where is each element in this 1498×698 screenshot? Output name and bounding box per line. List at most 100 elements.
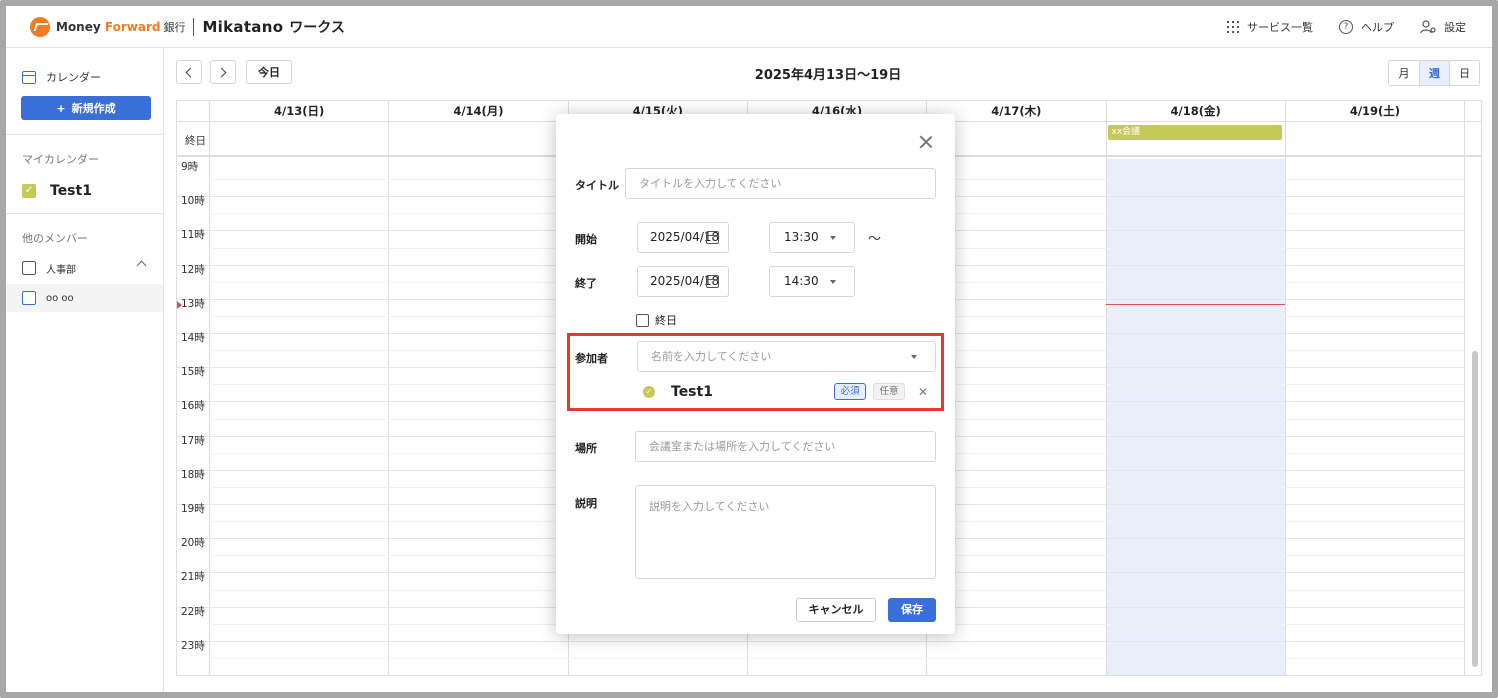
checkbox-icon[interactable] bbox=[636, 313, 649, 327]
hour-divider bbox=[177, 640, 1465, 642]
end-label: 終了 bbox=[575, 277, 597, 290]
sidebar-item-calendar[interactable]: カレンダー bbox=[22, 68, 163, 86]
day-header[interactable]: 4/19(土) bbox=[1284, 101, 1464, 121]
caret-down-icon bbox=[830, 280, 836, 284]
hour-label: 15時 bbox=[181, 366, 205, 379]
brand-bank: 銀行 bbox=[163, 20, 186, 34]
day-column-divider bbox=[1284, 121, 1286, 675]
member-checkbox[interactable] bbox=[22, 291, 36, 305]
caret-down-icon[interactable] bbox=[911, 355, 917, 359]
services-label: サービス一覧 bbox=[1247, 21, 1313, 34]
end-time-value: 14:30 bbox=[784, 274, 819, 288]
calendar-icon bbox=[22, 70, 36, 84]
brand-money-forward: Money Forward bbox=[56, 19, 161, 34]
help-menu[interactable]: ? ヘルプ bbox=[1339, 19, 1394, 35]
calendar-icon[interactable] bbox=[706, 275, 719, 288]
services-menu[interactable]: サービス一覧 bbox=[1227, 19, 1313, 35]
view-switcher: 月 週 日 bbox=[1388, 60, 1480, 86]
member-item[interactable]: oo oo bbox=[6, 284, 163, 312]
plus-icon: + bbox=[56, 101, 66, 115]
brand-divider bbox=[193, 17, 195, 36]
settings-menu[interactable]: 設定 bbox=[1420, 19, 1466, 35]
day-header[interactable]: 4/14(月) bbox=[388, 101, 567, 121]
all-day-checkbox-label: 終日 bbox=[655, 314, 677, 327]
hour-label: 12時 bbox=[181, 263, 205, 276]
selected-day-column bbox=[1106, 159, 1285, 675]
new-event-button[interactable]: + 新規作成 bbox=[21, 96, 151, 120]
sidebar-divider bbox=[6, 134, 163, 135]
title-input[interactable]: タイトルを入力してください bbox=[625, 168, 936, 199]
group-label: 人事部 bbox=[46, 264, 76, 276]
day-column-divider bbox=[388, 121, 390, 675]
participants-input[interactable]: 名前を入力してください bbox=[637, 341, 936, 372]
checked-checkbox-icon[interactable]: ✓ bbox=[22, 184, 36, 198]
day-column-divider bbox=[1464, 101, 1466, 675]
start-time-select[interactable]: 13:30 bbox=[769, 222, 855, 253]
description-textarea[interactable]: 説明を入力してください bbox=[635, 485, 936, 579]
top-header: Money Forward 銀行 Mikatano ワークス サービス一覧 ? … bbox=[6, 6, 1492, 48]
start-label: 開始 bbox=[575, 233, 597, 246]
calendar-scrollbar[interactable] bbox=[1472, 351, 1478, 667]
group-checkbox[interactable] bbox=[22, 261, 36, 275]
help-label: ヘルプ bbox=[1361, 21, 1394, 34]
sidebar: カレンダー + 新規作成 マイカレンダー ✓ Test1 他のメンバー 人事部 … bbox=[6, 48, 164, 692]
member-label: oo oo bbox=[46, 292, 74, 304]
start-date-input[interactable]: 2025/04/18 bbox=[637, 222, 729, 253]
my-calendar-label: Test1 bbox=[50, 183, 92, 199]
location-input[interactable]: 会議室または場所を入力してください bbox=[635, 431, 936, 462]
hour-label: 17時 bbox=[181, 434, 205, 447]
participants-label: 参加者 bbox=[575, 352, 608, 365]
hour-label: 10時 bbox=[181, 195, 205, 208]
calendar-icon[interactable] bbox=[706, 231, 719, 244]
half-hour-divider bbox=[209, 657, 1465, 659]
title-label: タイトル bbox=[575, 179, 619, 192]
range-separator: 〜 bbox=[868, 232, 882, 247]
hour-label: 20時 bbox=[181, 537, 205, 550]
my-calendar-item[interactable]: ✓ Test1 bbox=[22, 183, 163, 199]
end-time-select[interactable]: 14:30 bbox=[769, 266, 855, 297]
sidebar-calendar-label: カレンダー bbox=[46, 71, 101, 84]
check-circle-icon: ✓ bbox=[643, 386, 655, 398]
hour-label: 22時 bbox=[181, 605, 205, 618]
hour-label: 18時 bbox=[181, 468, 205, 481]
app-window: Money Forward 銀行 Mikatano ワークス サービス一覧 ? … bbox=[0, 0, 1498, 698]
all-day-label: 終日 bbox=[185, 135, 206, 147]
all-day-event[interactable]: xx会議 bbox=[1107, 125, 1282, 140]
group-item[interactable]: 人事部 bbox=[22, 260, 163, 276]
all-day-checkbox[interactable]: 終日 bbox=[636, 312, 677, 328]
user-settings-icon bbox=[1420, 20, 1436, 34]
hour-label: 11時 bbox=[181, 229, 205, 242]
view-day-button[interactable]: 日 bbox=[1449, 61, 1479, 85]
day-header[interactable]: 4/18(金) bbox=[1105, 101, 1285, 121]
hour-label: 9時 bbox=[181, 161, 199, 173]
cancel-button[interactable]: キャンセル bbox=[796, 598, 876, 622]
required-badge[interactable]: 必須 bbox=[834, 383, 866, 400]
view-week-button[interactable]: 週 bbox=[1419, 61, 1449, 85]
date-range-title: 2025年4月13日〜19日 bbox=[754, 68, 902, 83]
settings-label: 設定 bbox=[1444, 21, 1466, 34]
save-button[interactable]: 保存 bbox=[888, 598, 936, 622]
brand-mikatano: Mikatano bbox=[202, 17, 284, 36]
other-members-heading: 他のメンバー bbox=[22, 232, 88, 245]
end-date-input[interactable]: 2025/04/18 bbox=[637, 266, 729, 297]
remove-participant-icon[interactable]: ✕ bbox=[918, 385, 928, 399]
participant-name: Test1 bbox=[671, 384, 713, 400]
current-time-line bbox=[1105, 303, 1285, 305]
calendar-toolbar: 今日 2025年4月13日〜19日 月 週 日 bbox=[176, 60, 1480, 86]
close-icon[interactable] bbox=[919, 135, 933, 149]
chevron-up-icon[interactable] bbox=[136, 260, 147, 271]
hour-label: 19時 bbox=[181, 503, 205, 515]
day-header[interactable]: 4/13(日) bbox=[209, 101, 388, 121]
new-event-label: 新規作成 bbox=[71, 102, 116, 115]
sidebar-divider bbox=[6, 213, 163, 214]
location-label: 場所 bbox=[575, 442, 597, 455]
help-icon: ? bbox=[1339, 20, 1353, 34]
view-month-button[interactable]: 月 bbox=[1389, 61, 1419, 85]
hour-label: 23時 bbox=[181, 639, 205, 652]
brand-logo[interactable]: Money Forward 銀行 Mikatano ワークス bbox=[30, 16, 345, 37]
event-dialog: タイトル タイトルを入力してください 開始 2025/04/18 13:30 〜… bbox=[556, 114, 955, 634]
caret-down-icon bbox=[830, 236, 836, 240]
optional-badge[interactable]: 任意 bbox=[873, 383, 905, 400]
day-column-divider bbox=[1105, 121, 1107, 675]
start-time-value: 13:30 bbox=[784, 230, 819, 244]
